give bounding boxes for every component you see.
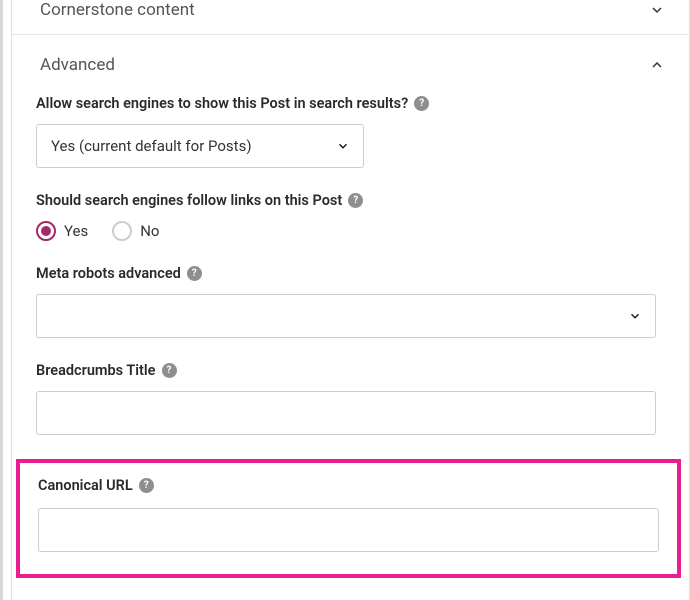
chevron-up-icon [649, 57, 665, 73]
help-icon[interactable]: ? [187, 266, 202, 281]
follow-links-field: Should search engines follow links on th… [36, 192, 665, 241]
advanced-section-header[interactable]: Advanced [12, 35, 689, 95]
meta-robots-label: Meta robots advanced [36, 265, 181, 282]
breadcrumbs-title-input[interactable] [36, 391, 656, 435]
allow-index-label: Allow search engines to show this Post i… [36, 95, 408, 112]
radio-unselected-icon [112, 221, 132, 241]
advanced-title: Advanced [40, 55, 115, 75]
follow-links-yes-label: Yes [64, 222, 88, 240]
canonical-url-input[interactable] [38, 508, 659, 552]
allow-index-select[interactable] [36, 124, 364, 168]
advanced-section-content: Allow search engines to show this Post i… [12, 95, 689, 435]
follow-links-no-label: No [140, 222, 159, 240]
meta-robots-select[interactable] [36, 294, 656, 338]
allow-index-field: Allow search engines to show this Post i… [36, 95, 665, 168]
meta-robots-field: Meta robots advanced ? [36, 265, 665, 338]
help-icon[interactable]: ? [414, 96, 429, 111]
chevron-down-icon [649, 2, 665, 18]
canonical-url-highlight: Canonical URL ? [16, 459, 681, 578]
canonical-url-label: Canonical URL [38, 477, 133, 494]
breadcrumbs-title-field: Breadcrumbs Title ? [36, 362, 665, 435]
cornerstone-section-header[interactable]: Cornerstone content [12, 0, 689, 35]
follow-links-label: Should search engines follow links on th… [36, 192, 342, 209]
help-icon[interactable]: ? [348, 193, 363, 208]
follow-links-no-radio[interactable]: No [112, 221, 159, 241]
breadcrumbs-title-label: Breadcrumbs Title [36, 362, 156, 379]
radio-selected-icon [36, 221, 56, 241]
help-icon[interactable]: ? [139, 478, 154, 493]
help-icon[interactable]: ? [162, 363, 177, 378]
follow-links-yes-radio[interactable]: Yes [36, 221, 88, 241]
cornerstone-title: Cornerstone content [40, 0, 195, 20]
